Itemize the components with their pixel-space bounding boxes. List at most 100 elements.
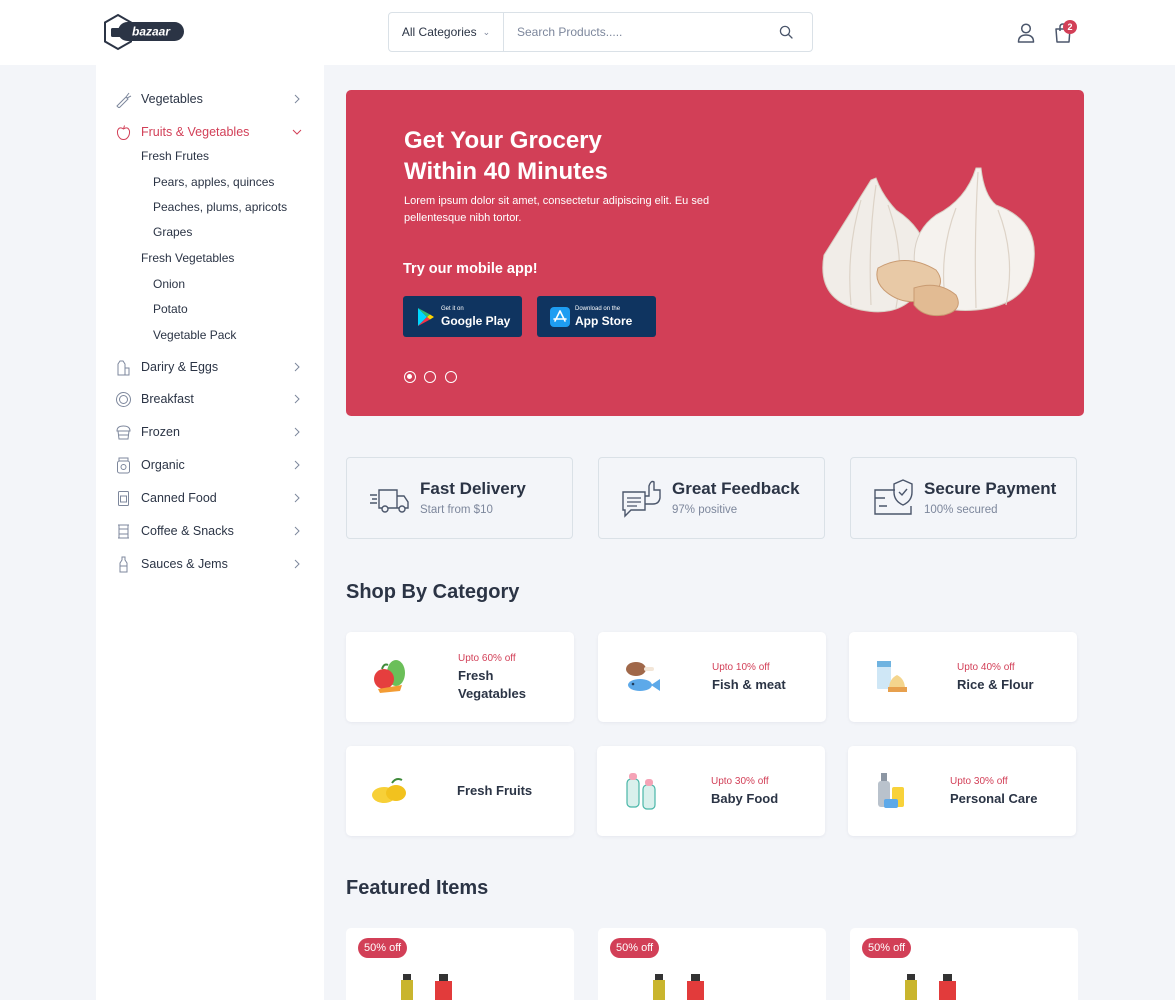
sidebar-item-label: Breakfast [141,392,194,406]
chevron-right-icon [294,559,300,569]
hero-title: Get Your Grocery Within 40 Minutes [404,125,744,187]
category-card-personal-care[interactable]: Upto 30% off Personal Care [848,746,1076,836]
sidebar-item-organic[interactable]: Organic [96,453,324,477]
bazaar-logo[interactable]: bazaar [100,13,186,51]
sub-item-grapes[interactable]: Grapes [153,225,192,239]
user-icon[interactable] [1016,22,1036,44]
category-name: Fresh Fruits [457,783,533,798]
service-subtitle: Start from $10 [420,504,493,516]
chevron-right-icon [294,394,300,404]
featured-item-card[interactable]: 50% off [598,928,826,1000]
category-name: Rice & Flour [957,677,1034,692]
sidebar-item-fruits-vegetables[interactable]: Fruits & Vegetables [96,120,324,144]
category-sidebar: Vegetables Fruits & Vegetables Fresh Fru… [96,65,324,1000]
chevron-right-icon [294,460,300,470]
chevron-right-icon [294,526,300,536]
service-title: Secure Payment [924,479,1057,498]
category-card-fish-meat[interactable]: Upto 10% off Fish & meat [598,632,826,722]
sidebar-item-label: Sauces & Jems [141,557,228,571]
subcategory-fresh-frutes[interactable]: Fresh Frutes [141,149,209,163]
app-store-icon [550,307,570,327]
sub-item-vegetable-pack[interactable]: Vegetable Pack [153,328,236,342]
sidebar-item-vegetables[interactable]: Vegetables [96,87,324,111]
google-play-button[interactable]: Get it on Google Play [403,296,522,337]
hero-title-line2: Within 40 Minutes [404,158,608,185]
sidebar-item-label: Dariry & Eggs [141,360,219,374]
sidebar-item-frozen[interactable]: Frozen [96,420,324,444]
sidebar-item-label: Coffee & Snacks [141,524,234,538]
sidebar-item-label: Organic [141,458,185,472]
chevron-right-icon [294,493,300,503]
chevron-right-icon [294,94,300,104]
sidebar-item-sauces-jems[interactable]: Sauces & Jems [96,552,324,576]
sidebar-item-label: Fruits & Vegetables [141,125,250,139]
app-store-button[interactable]: Download on the App Store [537,296,656,337]
rice-flour-image [877,661,907,692]
frozen-icon [114,423,132,441]
header: bazaar All Categories ⌄ 2 [0,0,1175,65]
category-card-rice-flour[interactable]: Upto 40% off Rice & Flour [849,632,1077,722]
vegetables-image [374,660,405,693]
sub-item-potato[interactable]: Potato [153,302,188,316]
sidebar-item-breakfast[interactable]: Breakfast [96,387,324,411]
discount-badge: 50% off [862,938,912,958]
hero-banner: Get Your Grocery Within 40 Minutes Lorem… [346,90,1084,416]
service-subtitle: 100% secured [924,504,998,516]
category-offer: Upto 10% off [712,662,770,673]
sidebar-item-coffee-snacks[interactable]: Coffee & Snacks [96,519,324,543]
subcategory-fresh-vegetables[interactable]: Fresh Vegetables [141,251,234,265]
carousel-dot-3[interactable] [445,371,457,383]
chevron-right-icon [294,362,300,372]
sub-item-pears[interactable]: Pears, apples, quinces [153,175,274,189]
secure-payment-icon [874,479,913,515]
service-card-fast-delivery: Fast Delivery Start from $10 [346,457,573,539]
apple-icon [114,123,132,141]
can-icon [114,489,132,507]
hero-description: Lorem ipsum dolor sit amet, consectetur … [404,195,710,224]
carousel-dot-1[interactable] [404,371,416,383]
google-play-small: Get it on [441,306,464,312]
service-title: Great Feedback [672,479,800,498]
service-title: Fast Delivery [420,479,526,498]
category-name: Fish & meat [712,677,786,692]
discount-badge: 50% off [358,938,408,958]
category-name-line2: Vegatables [458,686,526,701]
sub-item-peaches[interactable]: Peaches, plums, apricots [153,200,287,214]
search-icon[interactable] [760,13,812,51]
garlic-image [822,167,1035,316]
category-offer: Upto 30% off [950,776,1008,787]
category-card-fresh-vegetables[interactable]: Upto 60% off Fresh Vegatables [346,632,574,722]
app-store-label: App Store [575,314,633,328]
featured-items-title: Featured Items [346,877,489,899]
coffee-icon [114,522,132,540]
featured-item-card[interactable]: 50% off [346,928,574,1000]
category-select[interactable]: All Categories ⌄ [389,13,504,51]
logo-text: bazaar [132,25,171,39]
sidebar-item-label: Vegetables [141,92,203,106]
google-play-label: Google Play [441,314,511,328]
mobile-app-heading: Try our mobile app! [403,261,538,277]
category-card-baby-food[interactable]: Upto 30% off Baby Food [597,746,825,836]
search-bar: All Categories ⌄ [388,12,813,52]
sub-item-onion[interactable]: Onion [153,277,185,291]
sidebar-item-label: Canned Food [141,491,217,505]
organic-icon [114,456,132,474]
category-offer: Upto 40% off [957,662,1015,673]
featured-item-card[interactable]: 50% off [850,928,1078,1000]
category-name: Personal Care [950,791,1038,806]
category-card-fresh-fruits[interactable]: Fresh Fruits [346,746,574,836]
carousel-dot-2[interactable] [424,371,436,383]
shop-by-category-title: Shop By Category [346,581,520,603]
category-offer: Upto 30% off [711,776,769,787]
breakfast-icon [114,390,132,408]
chevron-right-icon [294,427,300,437]
service-card-great-feedback: Great Feedback 97% positive [598,457,825,539]
sidebar-item-canned-food[interactable]: Canned Food [96,486,324,510]
chevron-down-icon: ⌄ [482,26,491,37]
personal-care-image [878,773,904,808]
sidebar-item-dairy-eggs[interactable]: Dariry & Eggs [96,355,324,379]
category-name-line1: Fresh [458,668,494,683]
sauce-icon [114,555,132,573]
search-input[interactable] [504,13,760,51]
service-card-secure-payment: Secure Payment 100% secured [850,457,1077,539]
